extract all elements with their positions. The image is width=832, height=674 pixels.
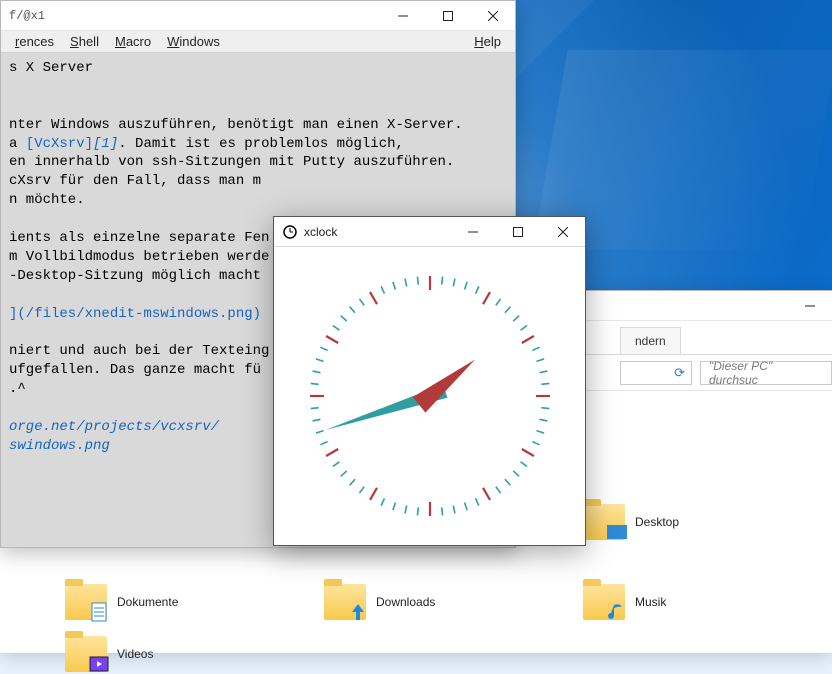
editor-menubar: rences Shell Macro Windows Help [1, 31, 515, 53]
folder-label: Videos [117, 647, 153, 661]
xclock-app-icon [282, 224, 298, 240]
close-button[interactable] [470, 1, 515, 30]
folder-videos[interactable]: Videos [65, 636, 153, 672]
folder-icon [583, 504, 625, 540]
folder-label: Musik [635, 595, 666, 609]
minimize-button[interactable] [787, 291, 832, 320]
folder-downloads[interactable]: Downloads [324, 584, 435, 620]
menu-help[interactable]: Help [466, 34, 509, 49]
xclock-titlebar[interactable]: xclock [274, 217, 585, 247]
dl-badge-icon [348, 602, 368, 622]
xclock-title: xclock [304, 225, 450, 239]
folder-icon [583, 584, 625, 620]
address-bar[interactable]: ⟳ [620, 361, 692, 385]
clock-face [295, 261, 565, 531]
doc-badge-icon [89, 602, 109, 622]
folder-label: Desktop [635, 515, 679, 529]
close-button[interactable] [540, 217, 585, 246]
refresh-icon[interactable]: ⟳ [674, 365, 685, 381]
folder-label: Downloads [376, 595, 435, 609]
ribbon-tab[interactable]: ndern [620, 327, 681, 354]
menu-windows[interactable]: Windows [159, 34, 228, 49]
search-input[interactable]: "Dieser PC" durchsuc [700, 361, 832, 385]
folder-desktop[interactable]: Desktop [583, 504, 679, 540]
folder-label: Dokumente [117, 595, 178, 609]
folder-dokumente[interactable]: Dokumente [65, 584, 178, 620]
video-badge-icon [89, 654, 109, 674]
menu-macro[interactable]: Macro [107, 34, 159, 49]
maximize-button[interactable] [495, 217, 540, 246]
folder-icon [65, 636, 107, 672]
folder-icon [65, 584, 107, 620]
folder-icon [324, 584, 366, 620]
menu-shell[interactable]: Shell [62, 34, 107, 49]
menu-preferences[interactable]: rences [7, 34, 62, 49]
folder-musik[interactable]: Musik [583, 584, 666, 620]
desktop-badge-icon [607, 522, 627, 542]
music-badge-icon [607, 602, 627, 622]
maximize-button[interactable] [425, 1, 470, 30]
xclock-window: xclock [273, 216, 586, 546]
window-title: f/@x1 [9, 9, 380, 23]
minimize-button[interactable] [380, 1, 425, 30]
editor-titlebar[interactable]: f/@x1 [1, 1, 515, 31]
minimize-button[interactable] [450, 217, 495, 246]
